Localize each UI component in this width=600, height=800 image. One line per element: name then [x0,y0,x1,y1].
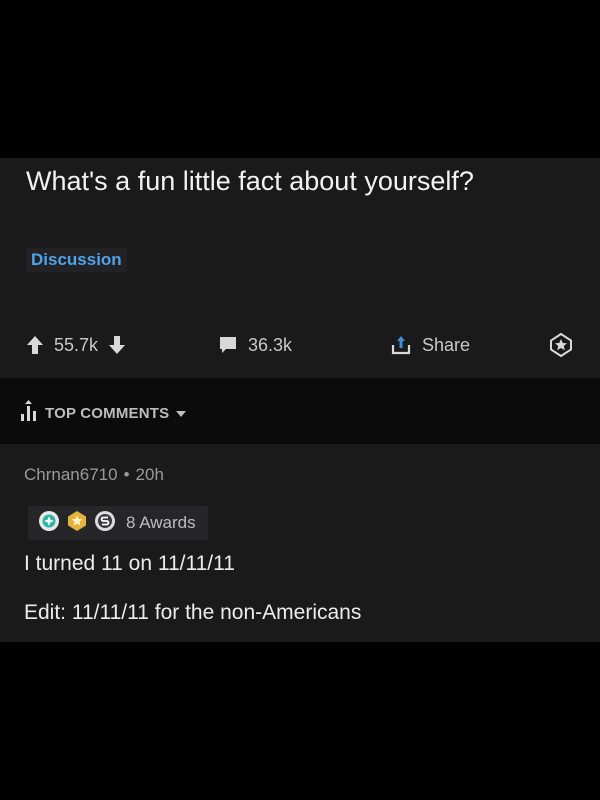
meta-separator: • [123,465,130,484]
comment-awards[interactable]: 8 Awards [28,506,208,540]
comment-bubble-icon [218,335,238,355]
caret-down-icon [175,405,187,422]
share-button[interactable]: Share [390,330,470,360]
comments-button[interactable]: 36.3k [218,330,292,360]
award-badge-icon-2 [66,510,88,537]
comment-body-line: I turned 11 on 11/11/11 [24,552,235,575]
comment-count: 36.3k [248,334,293,355]
share-label: Share [422,334,471,355]
upvote-count: 55.7k [54,334,99,355]
upvote-arrow-icon[interactable] [26,335,44,355]
post-card: What's a fun little fact about yourself?… [0,158,600,378]
post-title[interactable]: What's a fun little fact about yourself? [26,164,546,198]
award-badge-icon-3 [94,510,116,537]
sort-label: TOP COMMENTS [45,404,170,422]
award-button[interactable] [548,330,574,360]
awards-count: 8 Awards [126,513,196,532]
comment-body-line: Edit: 11/11/11 for the non-Americans [24,601,362,624]
sort-bars-icon [20,400,38,426]
downvote-arrow-icon[interactable] [108,335,126,355]
vote-control: 55.7k [26,330,126,360]
award-icon [548,332,574,358]
comments-sort-bar: TOP COMMENTS [0,378,600,444]
post-flair[interactable]: Discussion [26,248,127,272]
comment-card: Chrnan6710 • 20h 8 Awards I turned 11 on… [0,444,600,642]
comment-meta: Chrnan6710 • 20h [24,465,164,485]
share-icon [390,334,412,356]
award-badge-icon-1 [38,510,60,537]
comments-sort-dropdown[interactable]: TOP COMMENTS [20,400,187,426]
comment-author[interactable]: Chrnan6710 [24,465,118,484]
screen: What's a fun little fact about yourself?… [0,0,600,800]
post-action-bar: 55.7k 36.3k Share [0,330,600,360]
comment-age: 20h [135,465,164,484]
